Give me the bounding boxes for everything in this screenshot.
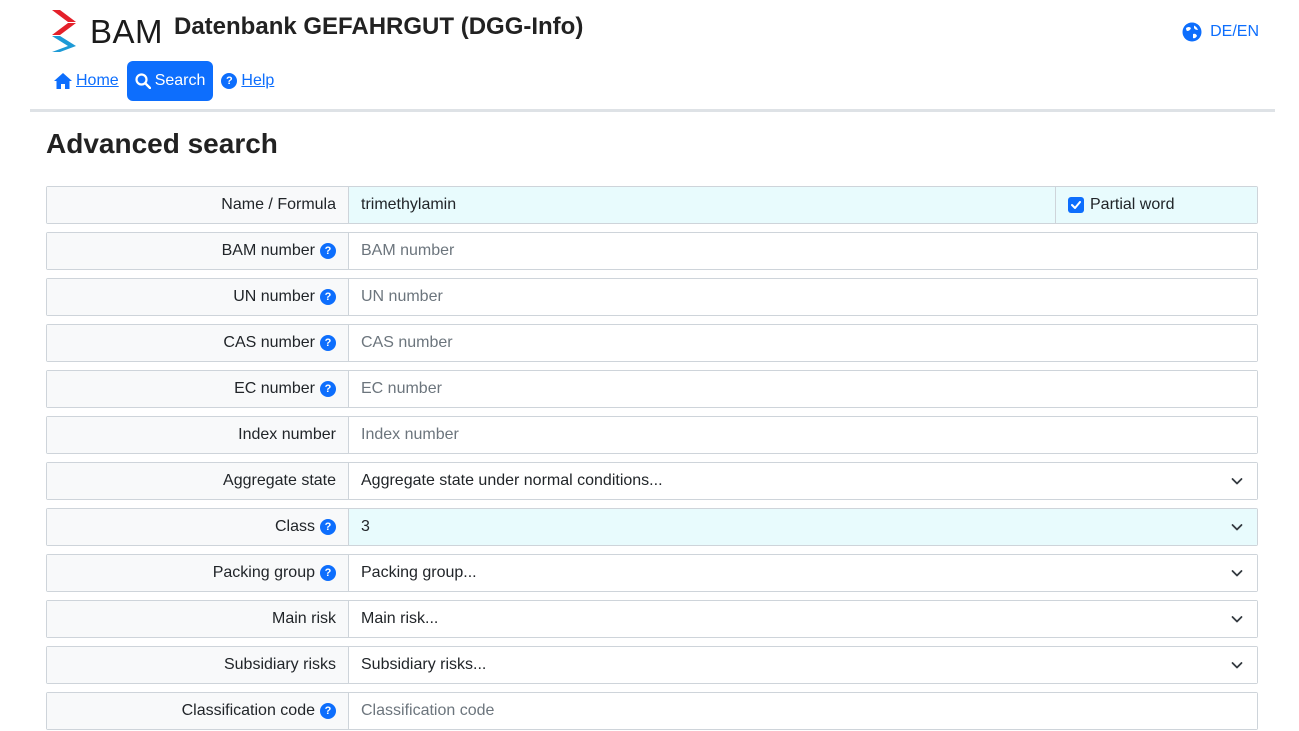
aggregate-state-label: Aggregate state (47, 463, 349, 499)
help-icon[interactable]: ? (320, 289, 336, 305)
subsidiary-risks-value: Subsidiary risks... (361, 656, 487, 673)
cas-number-field[interactable] (349, 325, 1257, 361)
aggregate-state-select[interactable]: Aggregate state under normal conditions.… (349, 463, 1257, 499)
packing-group-select[interactable]: Packing group... (349, 555, 1257, 591)
ec-number-field[interactable] (349, 371, 1257, 407)
nav-home-label: Home (76, 72, 119, 89)
search-icon (135, 73, 151, 89)
classification-code-input[interactable] (361, 702, 1245, 720)
page-title: Advanced search (46, 128, 278, 159)
class-select[interactable]: 3 (349, 509, 1257, 545)
classification-code-label: Classification code? (47, 693, 349, 729)
app-title: Datenbank GEFAHRGUT (DGG-Info) (174, 13, 584, 40)
bam-number-field[interactable] (349, 233, 1257, 269)
subsidiary-risks-label: Subsidiary risks (47, 647, 349, 683)
header-divider (30, 109, 1275, 112)
chevron-down-icon (1231, 570, 1243, 577)
main-risk-value: Main risk... (361, 610, 439, 627)
ec-number-label: EC number? (47, 371, 349, 407)
logo-text: BAM (90, 13, 164, 50)
partial-word-label: Partial word (1090, 196, 1175, 213)
nav-search[interactable]: Search (126, 61, 214, 101)
cas-number-label: CAS number? (47, 325, 349, 361)
globe-icon (1182, 22, 1202, 42)
row-subsidiary-risks: Subsidiary risks Subsidiary risks... (46, 646, 1258, 684)
index-number-input[interactable] (361, 426, 1245, 444)
bam-number-input[interactable] (361, 242, 1245, 260)
help-icon[interactable]: ? (320, 565, 336, 581)
chevron-down-icon (1231, 616, 1243, 623)
help-icon[interactable]: ? (320, 243, 336, 259)
un-number-label: UN number? (47, 279, 349, 315)
main-risk-label: Main risk (47, 601, 349, 637)
row-main-risk: Main risk Main risk... (46, 600, 1258, 638)
subsidiary-risks-select[interactable]: Subsidiary risks... (349, 647, 1257, 683)
class-label: Class? (47, 509, 349, 545)
row-un-number: UN number? (46, 278, 1258, 316)
language-label: DE/EN (1210, 23, 1259, 40)
name-formula-input[interactable] (361, 196, 1043, 214)
ec-number-input[interactable] (361, 380, 1245, 398)
nav-home[interactable]: Home (46, 61, 127, 101)
main-nav: Home Search ? Help (46, 61, 282, 101)
bam-logo-icon (52, 10, 76, 52)
help-icon: ? (221, 73, 238, 89)
row-bam-number: BAM number? (46, 232, 1258, 270)
chevron-down-icon (1231, 524, 1243, 531)
row-cas-number: CAS number? (46, 324, 1258, 362)
home-icon (54, 73, 72, 89)
advanced-search-form: Name / Formula Partial word BAM number? … (46, 186, 1258, 731)
row-index-number: Index number (46, 416, 1258, 454)
help-icon[interactable]: ? (320, 335, 336, 351)
help-icon[interactable]: ? (320, 519, 336, 535)
index-number-field[interactable] (349, 417, 1257, 453)
row-name-formula: Name / Formula Partial word (46, 186, 1258, 224)
un-number-field[interactable] (349, 279, 1257, 315)
aggregate-state-value: Aggregate state under normal conditions.… (361, 472, 663, 489)
help-icon[interactable]: ? (320, 703, 336, 719)
packing-group-value: Packing group... (361, 564, 477, 581)
main-risk-select[interactable]: Main risk... (349, 601, 1257, 637)
bam-logo[interactable]: BAM (52, 9, 164, 53)
cas-number-input[interactable] (361, 334, 1245, 352)
nav-help[interactable]: ? Help (213, 61, 282, 101)
checkbox-checked-icon[interactable] (1068, 197, 1084, 213)
row-ec-number: EC number? (46, 370, 1258, 408)
help-icon[interactable]: ? (320, 381, 336, 397)
name-formula-label: Name / Formula (47, 187, 349, 223)
nav-help-label: Help (241, 72, 275, 89)
name-formula-field[interactable] (349, 187, 1055, 223)
index-number-label: Index number (47, 417, 349, 453)
partial-word-checkbox[interactable]: Partial word (1055, 187, 1257, 223)
classification-code-field[interactable] (349, 693, 1257, 729)
un-number-input[interactable] (361, 288, 1245, 306)
class-value: 3 (361, 518, 370, 535)
row-aggregate-state: Aggregate state Aggregate state under no… (46, 462, 1258, 500)
row-classification-code: Classification code? (46, 692, 1258, 730)
chevron-down-icon (1231, 478, 1243, 485)
row-packing-group: Packing group? Packing group... (46, 554, 1258, 592)
language-toggle[interactable]: DE/EN (1182, 22, 1259, 42)
packing-group-label: Packing group? (47, 555, 349, 591)
chevron-down-icon (1231, 662, 1243, 669)
nav-search-label: Search (154, 72, 206, 89)
bam-number-label: BAM number? (47, 233, 349, 269)
row-class: Class? 3 (46, 508, 1258, 546)
